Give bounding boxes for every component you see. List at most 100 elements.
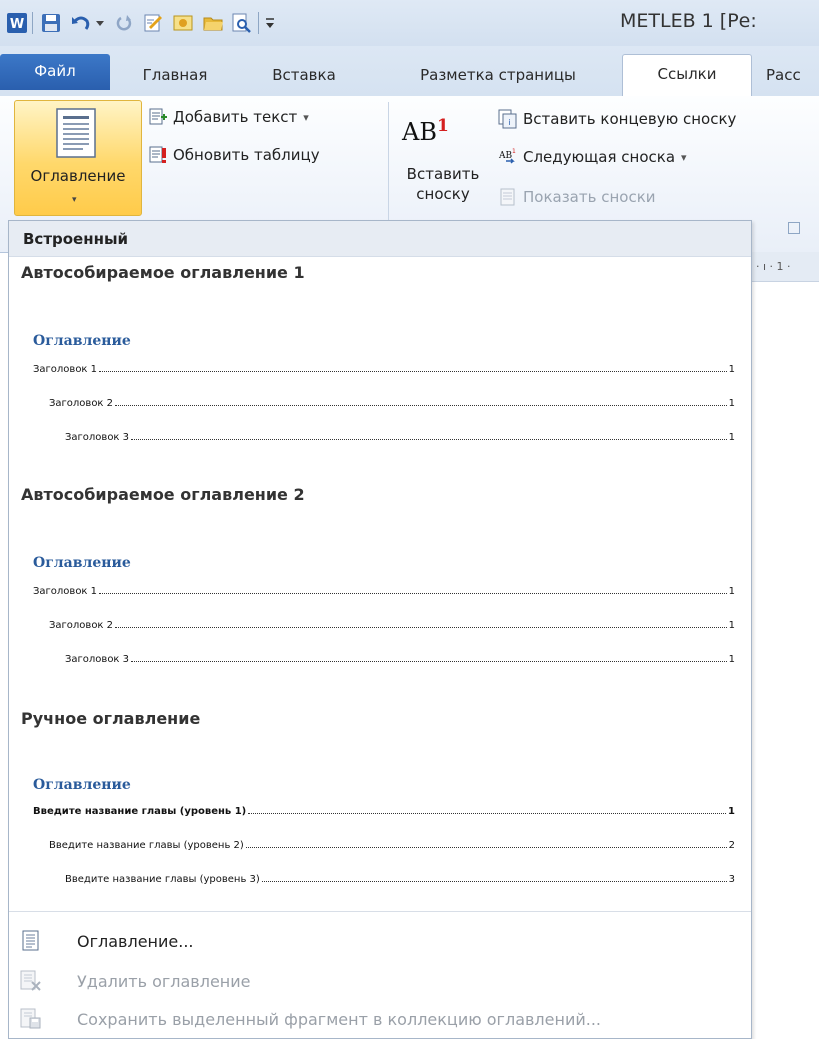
undo-icon[interactable] bbox=[68, 10, 94, 36]
toc-preview-row: Заголовок 1 1 bbox=[33, 581, 735, 597]
insert-endnote-button[interactable]: i Вставить концевую сноску bbox=[498, 106, 736, 132]
gallery-item-title: Ручное оглавление bbox=[21, 709, 201, 728]
toc-row-page: 3 bbox=[728, 874, 735, 885]
toc-row-page: 1 bbox=[728, 806, 735, 817]
customize-toolbar-icon[interactable] bbox=[262, 10, 278, 36]
toc-row-text: Введите название главы (уровень 2) bbox=[49, 840, 244, 851]
insert-footnote-label-line2: сноску bbox=[416, 185, 470, 203]
toc-preview-row: Введите название главы (уровень 1) 1 bbox=[33, 801, 735, 817]
toc-row-text: Введите название главы (уровень 3) bbox=[65, 874, 260, 885]
menu-divider bbox=[9, 911, 751, 912]
chevron-down-icon: ▾ bbox=[681, 150, 687, 164]
tab-home[interactable]: Главная bbox=[128, 56, 222, 96]
toolbar-divider bbox=[32, 12, 33, 34]
save-selection-icon bbox=[19, 1007, 43, 1031]
add-text-button[interactable]: Добавить текст ▾ bbox=[148, 104, 309, 130]
chevron-down-icon: ▾ bbox=[303, 110, 309, 124]
edit-note-icon[interactable] bbox=[140, 10, 166, 36]
toc-preview-row: Заголовок 2 1 bbox=[49, 393, 735, 409]
toc-row-text: Заголовок 2 bbox=[49, 620, 114, 631]
next-footnote-button[interactable]: AB 1 Следующая сноска ▾ bbox=[498, 144, 687, 170]
tab-references[interactable]: Ссылки bbox=[622, 54, 752, 98]
toc-preview-row: Заголовок 3 1 bbox=[65, 649, 735, 665]
toc-preview-row: Заголовок 3 1 bbox=[65, 427, 735, 443]
toc-row-leader bbox=[248, 813, 727, 814]
toc-row-leader bbox=[261, 881, 727, 882]
update-table-button[interactable]: Обновить таблицу bbox=[148, 142, 320, 168]
toc-row-text: Введите название главы (уровень 1) bbox=[33, 806, 247, 817]
title-bar: W METLEB 1 [Ре: bbox=[0, 0, 819, 46]
insert-endnote-label: Вставить концевую сноску bbox=[523, 110, 737, 128]
insert-footnote-label-line1: Вставить bbox=[406, 165, 480, 183]
toc-row-leader bbox=[115, 627, 727, 628]
gallery-header: Встроенный bbox=[9, 221, 751, 257]
next-footnote-label: Следующая сноска bbox=[523, 148, 676, 166]
tab-insert[interactable]: Вставка bbox=[262, 56, 346, 96]
open-folder-icon[interactable] bbox=[200, 10, 226, 36]
toc-row-text: Заголовок 3 bbox=[65, 654, 130, 665]
insert-footnote-label: Вставить сноску bbox=[396, 164, 490, 204]
add-text-label: Добавить текст bbox=[173, 108, 298, 126]
undo-dropdown-icon[interactable] bbox=[92, 10, 108, 36]
toc-gallery-dropdown: Встроенный Автособираемое оглавление 1 О… bbox=[8, 220, 752, 1039]
footnote-ab-icon: AB1 bbox=[402, 116, 449, 146]
menu-item-save-selection[interactable]: Сохранить выделенный фрагмент в коллекци… bbox=[9, 1001, 751, 1037]
chevron-down-icon: ▾ bbox=[72, 195, 77, 205]
footnote-ab-text: AB bbox=[402, 118, 437, 146]
toc-row-page: 2 bbox=[728, 840, 735, 851]
toc-preview-heading: Оглавление bbox=[33, 777, 131, 793]
tab-file[interactable]: Файл bbox=[0, 54, 110, 90]
toc-row-text: Заголовок 2 bbox=[49, 398, 114, 409]
word-logo-icon[interactable]: W bbox=[4, 10, 30, 36]
redo-icon[interactable] bbox=[112, 10, 138, 36]
toc-preview-row: Введите название главы (уровень 2) 2 bbox=[49, 835, 735, 851]
update-table-label: Обновить таблицу bbox=[173, 146, 320, 164]
toc-row-leader bbox=[131, 661, 727, 662]
menu-item-label: Удалить оглавление bbox=[77, 971, 251, 991]
tab-mailings[interactable]: Расс bbox=[766, 56, 819, 96]
toc-preview-row: Заголовок 1 1 bbox=[33, 359, 735, 375]
next-footnote-icon: AB 1 bbox=[498, 147, 518, 167]
toc-preview-row: Введите название главы (уровень 3) 3 bbox=[65, 869, 735, 885]
insert-endnote-icon: i bbox=[498, 109, 518, 129]
toc-preview-heading: Оглавление bbox=[33, 555, 131, 571]
toc-row-page: 1 bbox=[728, 432, 735, 443]
toc-row-leader bbox=[131, 439, 727, 440]
svg-text:1: 1 bbox=[512, 148, 516, 155]
footnote-superscript: 1 bbox=[436, 116, 449, 136]
print-preview-icon[interactable] bbox=[228, 10, 254, 36]
add-text-icon bbox=[148, 107, 168, 127]
toc-row-leader bbox=[115, 405, 727, 406]
window-title: METLEB 1 [Ре: bbox=[620, 10, 757, 32]
toc-button-label: Оглавление bbox=[30, 167, 126, 185]
tab-page-layout[interactable]: Разметка страницы bbox=[396, 56, 600, 96]
horizontal-ruler: · ı · 1 · bbox=[750, 252, 819, 282]
update-table-icon bbox=[148, 145, 168, 165]
toc-doc-icon bbox=[19, 929, 43, 953]
insert-image-icon[interactable] bbox=[170, 10, 196, 36]
toc-row-leader bbox=[245, 847, 727, 848]
toc-doc-icon bbox=[55, 107, 99, 165]
toc-row-page: 1 bbox=[728, 586, 735, 597]
show-notes-button[interactable]: Показать сноски bbox=[498, 184, 656, 210]
dialog-launcher-icon[interactable] bbox=[788, 222, 800, 234]
menu-item-remove-toc[interactable]: Удалить оглавление bbox=[9, 963, 751, 999]
toc-row-leader bbox=[99, 593, 727, 594]
menu-item-custom-toc[interactable]: Оглавление... bbox=[9, 923, 751, 959]
toc-preview-heading: Оглавление bbox=[33, 333, 131, 349]
toc-button[interactable]: Оглавление ▾ bbox=[14, 100, 142, 216]
toc-row-leader bbox=[99, 371, 727, 372]
svg-text:i: i bbox=[508, 118, 510, 127]
show-notes-label: Показать сноски bbox=[523, 188, 656, 206]
toc-row-text: Заголовок 3 bbox=[65, 432, 130, 443]
gallery-item-title: Автособираемое оглавление 1 bbox=[21, 263, 305, 282]
toc-row-page: 1 bbox=[728, 398, 735, 409]
save-icon[interactable] bbox=[38, 10, 64, 36]
toc-row-page: 1 bbox=[728, 364, 735, 375]
svg-text:AB: AB bbox=[498, 151, 512, 161]
toc-row-page: 1 bbox=[728, 654, 735, 665]
menu-item-label: Сохранить выделенный фрагмент в коллекци… bbox=[77, 1009, 602, 1029]
ribbon-tabs: Файл Главная Вставка Разметка страницы С… bbox=[0, 46, 819, 98]
document-area[interactable] bbox=[750, 282, 819, 1039]
remove-toc-icon bbox=[19, 969, 43, 993]
